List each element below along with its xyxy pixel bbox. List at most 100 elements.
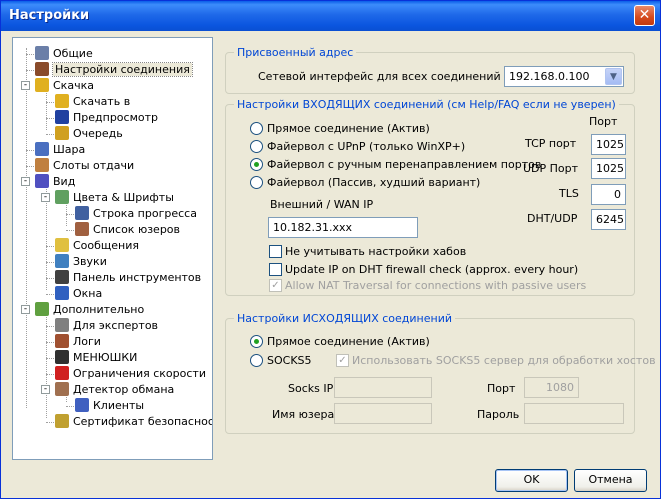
tree-item-label: Дополнительно xyxy=(53,303,145,316)
tree-item[interactable]: Строка прогресса xyxy=(75,206,197,222)
socks5-hosts-checkbox[interactable]: ✓ xyxy=(336,354,349,367)
title-bar[interactable]: Настройки ✕ xyxy=(1,1,660,31)
socks5-hosts-label[interactable]: Использовать SOCKS5 сервер для обработки… xyxy=(352,354,656,367)
ignore-hubs-label[interactable]: Не учитывать настройки хабов xyxy=(285,245,466,258)
socks-user-input[interactable] xyxy=(334,403,432,424)
outgoing-legend: Настройки ИСХОДЯЩИХ соединений xyxy=(234,312,455,325)
network-interface-select[interactable]: 192.168.0.100 ▼ xyxy=(504,66,624,87)
radio-manual-forward[interactable] xyxy=(250,158,263,171)
radio-direct[interactable] xyxy=(250,122,263,135)
dht-update-label[interactable]: Update IP on DHT firewall check (approx.… xyxy=(285,263,578,276)
tree-expander[interactable]: - xyxy=(21,81,30,90)
tree-item-label: Скачать в xyxy=(73,95,131,108)
queue-icon xyxy=(55,126,69,140)
radio-manual-forward-label[interactable]: Файервол с ручным перенаправлением порто… xyxy=(267,158,541,171)
tree-item[interactable]: Панель инструментов xyxy=(55,270,201,286)
port-header: Порт xyxy=(589,115,618,128)
share-icon xyxy=(35,142,49,156)
tree-expander[interactable]: - xyxy=(21,305,30,314)
tree-item[interactable]: Звуки xyxy=(55,254,107,270)
cancel-button[interactable]: Отмена xyxy=(574,469,647,492)
speed-limit-icon xyxy=(55,366,69,380)
incoming-legend: Настройки ВХОДЯЩИХ соединений (см Help/F… xyxy=(234,98,619,111)
tree-expander[interactable]: - xyxy=(41,385,50,394)
radio-direct-label[interactable]: Прямое соединение (Актив) xyxy=(267,122,430,135)
tree-item[interactable]: Детектор обмана xyxy=(55,382,174,398)
tree-item[interactable]: Сертификат безопасности xyxy=(55,414,212,430)
tree-item[interactable]: Цвета & Шрифты xyxy=(55,190,174,206)
udp-port-input[interactable]: 1025 xyxy=(591,158,626,179)
radio-socks5[interactable] xyxy=(250,354,263,367)
tree-item-label: МЕНЮШКИ xyxy=(73,351,138,364)
dht-port-input[interactable]: 6245 xyxy=(591,209,626,230)
tree-item-label: Очередь xyxy=(73,127,123,140)
tls-port-label: TLS xyxy=(559,187,579,200)
users-icon xyxy=(35,46,49,60)
tree-item-label: Предпросмотр xyxy=(73,111,158,124)
advanced-icon xyxy=(35,302,49,316)
tree-item[interactable]: Ограничения скорости xyxy=(55,366,206,382)
tree-item[interactable]: Предпросмотр xyxy=(55,110,158,126)
view-icon xyxy=(35,174,49,188)
ignore-hubs-checkbox[interactable] xyxy=(269,245,282,258)
tree-item-label: Звуки xyxy=(73,255,107,268)
radio-upnp-label[interactable]: Файервол с UPnP (только WinXP+) xyxy=(267,140,465,153)
dht-port-label: DHT/UDP xyxy=(527,212,578,225)
tree-item[interactable]: Настройки соединения xyxy=(35,62,193,78)
tree-expander[interactable]: - xyxy=(41,193,50,202)
tcp-port-input[interactable]: 1025 xyxy=(591,134,626,155)
preview-icon xyxy=(55,110,69,124)
tree-expander[interactable]: - xyxy=(21,177,30,186)
tree-item[interactable]: МЕНЮШКИ xyxy=(55,350,137,366)
radio-socks5-label[interactable]: SOCKS5 xyxy=(267,354,312,367)
tcp-port-label: TCP порт xyxy=(525,137,577,150)
tree-item[interactable]: Очередь xyxy=(55,126,123,142)
tree-item[interactable]: Вид xyxy=(35,174,75,190)
tree-item-label: Строка прогресса xyxy=(93,207,197,220)
radio-passive-label[interactable]: Файервол (Пассив, худший вариант) xyxy=(267,176,480,189)
tree-item[interactable]: Для экспертов xyxy=(55,318,158,334)
radio-out-direct-label[interactable]: Прямое соединение (Актив) xyxy=(267,335,430,348)
clients-icon xyxy=(75,398,89,412)
tree-item[interactable]: Скачать в xyxy=(55,94,130,110)
toolbar-icon xyxy=(55,270,69,284)
socks-port-input[interactable]: 1080 xyxy=(524,377,579,398)
progress-icon xyxy=(75,206,89,220)
experts-icon xyxy=(55,318,69,332)
tree-item-label: Скачка xyxy=(53,79,94,92)
tree-item-label: Сообщения xyxy=(73,239,140,252)
tree-item[interactable]: Дополнительно xyxy=(35,302,144,318)
tree-item-label: Список юзеров xyxy=(93,223,181,236)
tree-item-label: Логи xyxy=(73,335,101,348)
ok-button[interactable]: OK xyxy=(495,469,568,492)
tree-item[interactable]: Общие xyxy=(35,46,93,62)
tree-item[interactable]: Слоты отдачи xyxy=(35,158,134,174)
tree-item[interactable]: Клиенты xyxy=(75,398,144,414)
download-icon xyxy=(35,78,49,92)
dht-update-checkbox[interactable] xyxy=(269,263,282,276)
userlist-icon xyxy=(75,222,89,236)
nat-traversal-label[interactable]: Allow NAT Traversal for connections with… xyxy=(285,279,586,292)
assigned-address-group: Присвоенный адрес Сетевой интерфейс для … xyxy=(225,46,635,94)
wan-ip-label: Внешний / WAN IP xyxy=(270,198,374,211)
tree-item[interactable]: Шара xyxy=(35,142,85,158)
tree-item-label: Общие xyxy=(53,47,93,60)
tls-port-input[interactable]: 0 xyxy=(591,184,626,205)
tree-item[interactable]: Скачка xyxy=(35,78,94,94)
tree-item[interactable]: Сообщения xyxy=(55,238,139,254)
tree-item[interactable]: Логи xyxy=(55,334,101,350)
slots-icon xyxy=(35,158,49,172)
close-button[interactable]: ✕ xyxy=(634,5,655,26)
detector-icon xyxy=(55,382,69,396)
radio-out-direct[interactable] xyxy=(250,335,263,348)
tree-item[interactable]: Список юзеров xyxy=(75,222,180,238)
wan-ip-input[interactable]: 10.182.31.xxx xyxy=(268,217,418,238)
radio-passive[interactable] xyxy=(250,176,263,189)
socks-ip-input[interactable] xyxy=(334,377,432,398)
tree-item-label: Для экспертов xyxy=(73,319,159,332)
nat-traversal-checkbox[interactable]: ✓ xyxy=(269,279,282,292)
socks-password-input[interactable] xyxy=(524,403,624,424)
tree-item[interactable]: Окна xyxy=(55,286,102,302)
radio-upnp[interactable] xyxy=(250,140,263,153)
chevron-down-icon[interactable]: ▼ xyxy=(605,68,622,85)
